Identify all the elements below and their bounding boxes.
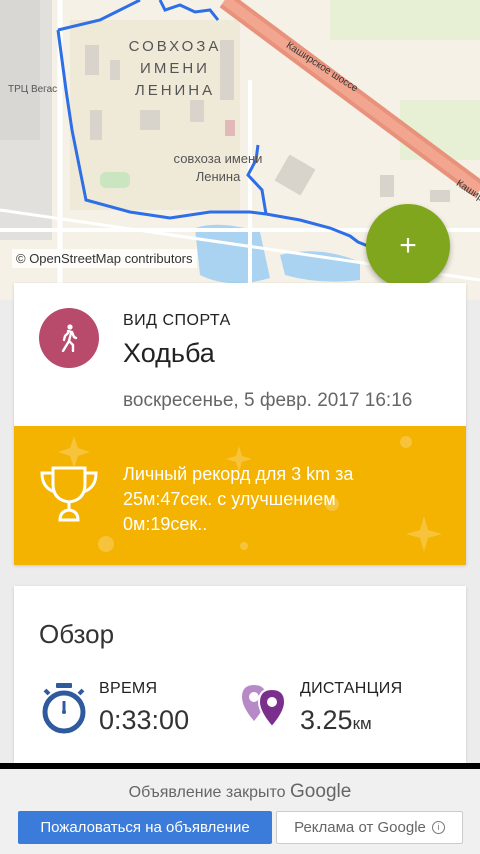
overview-title: Обзор: [39, 619, 115, 649]
mall-label: ТРЦ Вегас: [8, 84, 58, 95]
time-value: 0:33:00: [99, 705, 190, 735]
distance-pins-icon: [242, 685, 287, 729]
time-label: ВРЕМЯ: [99, 680, 158, 697]
map-attribution[interactable]: © OpenStreetMap contributors: [12, 249, 197, 268]
district-label: СОВХОЗА ИМЕНИ ЛЕНИНА: [120, 36, 230, 102]
sport-type-label: ВИД СПОРТА: [123, 312, 231, 329]
distance-label: ДИСТАНЦИЯ: [300, 680, 403, 697]
overview-card: Обзор ВРЕМЯ 0:33:00 ДИСТАНЦИЯ 3.25км: [14, 586, 466, 764]
ad-bar: Объявление закрыто Google Пожаловаться н…: [0, 763, 480, 854]
distance-unit: км: [352, 714, 372, 733]
district-label-line2: ИМЕНИ: [140, 60, 210, 77]
report-ad-button[interactable]: Пожаловаться на объявление: [18, 811, 272, 844]
personal-record-text: Личный рекорд для 3 km за 25м:47сек. с у…: [123, 464, 354, 534]
district-label-line1: СОВХОЗА: [128, 38, 222, 55]
district-label-line3: ЛЕНИНА: [134, 82, 216, 99]
sport-name: Ходьба: [123, 338, 215, 368]
personal-record-banner: Личный рекорд для 3 km за 25м:47сек. с у…: [14, 426, 466, 565]
info-icon: i: [431, 821, 445, 834]
distance-value: 3.25: [300, 705, 353, 735]
stopwatch-icon: [42, 683, 86, 734]
trophy-icon: [40, 466, 98, 522]
ad-closed-message: Объявление закрыто Google: [0, 781, 480, 803]
activity-card: ВИД СПОРТА Ходьба воскресенье, 5 февр. 2…: [14, 283, 466, 565]
ads-by-google-button[interactable]: Реклама от Google i: [276, 811, 463, 844]
settlement-label-line2: Ленина: [195, 169, 241, 184]
walking-icon: [61, 324, 78, 352]
settlement-label: совхоза имени Ленина: [158, 150, 278, 186]
plus-icon: +: [399, 229, 417, 262]
google-logo-text: Google: [290, 781, 352, 802]
add-button[interactable]: +: [366, 204, 450, 288]
distance-value-wrap: 3.25км: [300, 705, 372, 736]
ad-closed-text: Объявление закрыто: [128, 784, 286, 801]
settlement-label-line1: совхоза имени: [173, 151, 263, 166]
sport-icon-circle: [39, 308, 99, 368]
activity-date: воскресенье, 5 февр. 2017 16:16: [123, 390, 413, 411]
ads-by-google-label: Реклама от Google: [294, 819, 426, 836]
